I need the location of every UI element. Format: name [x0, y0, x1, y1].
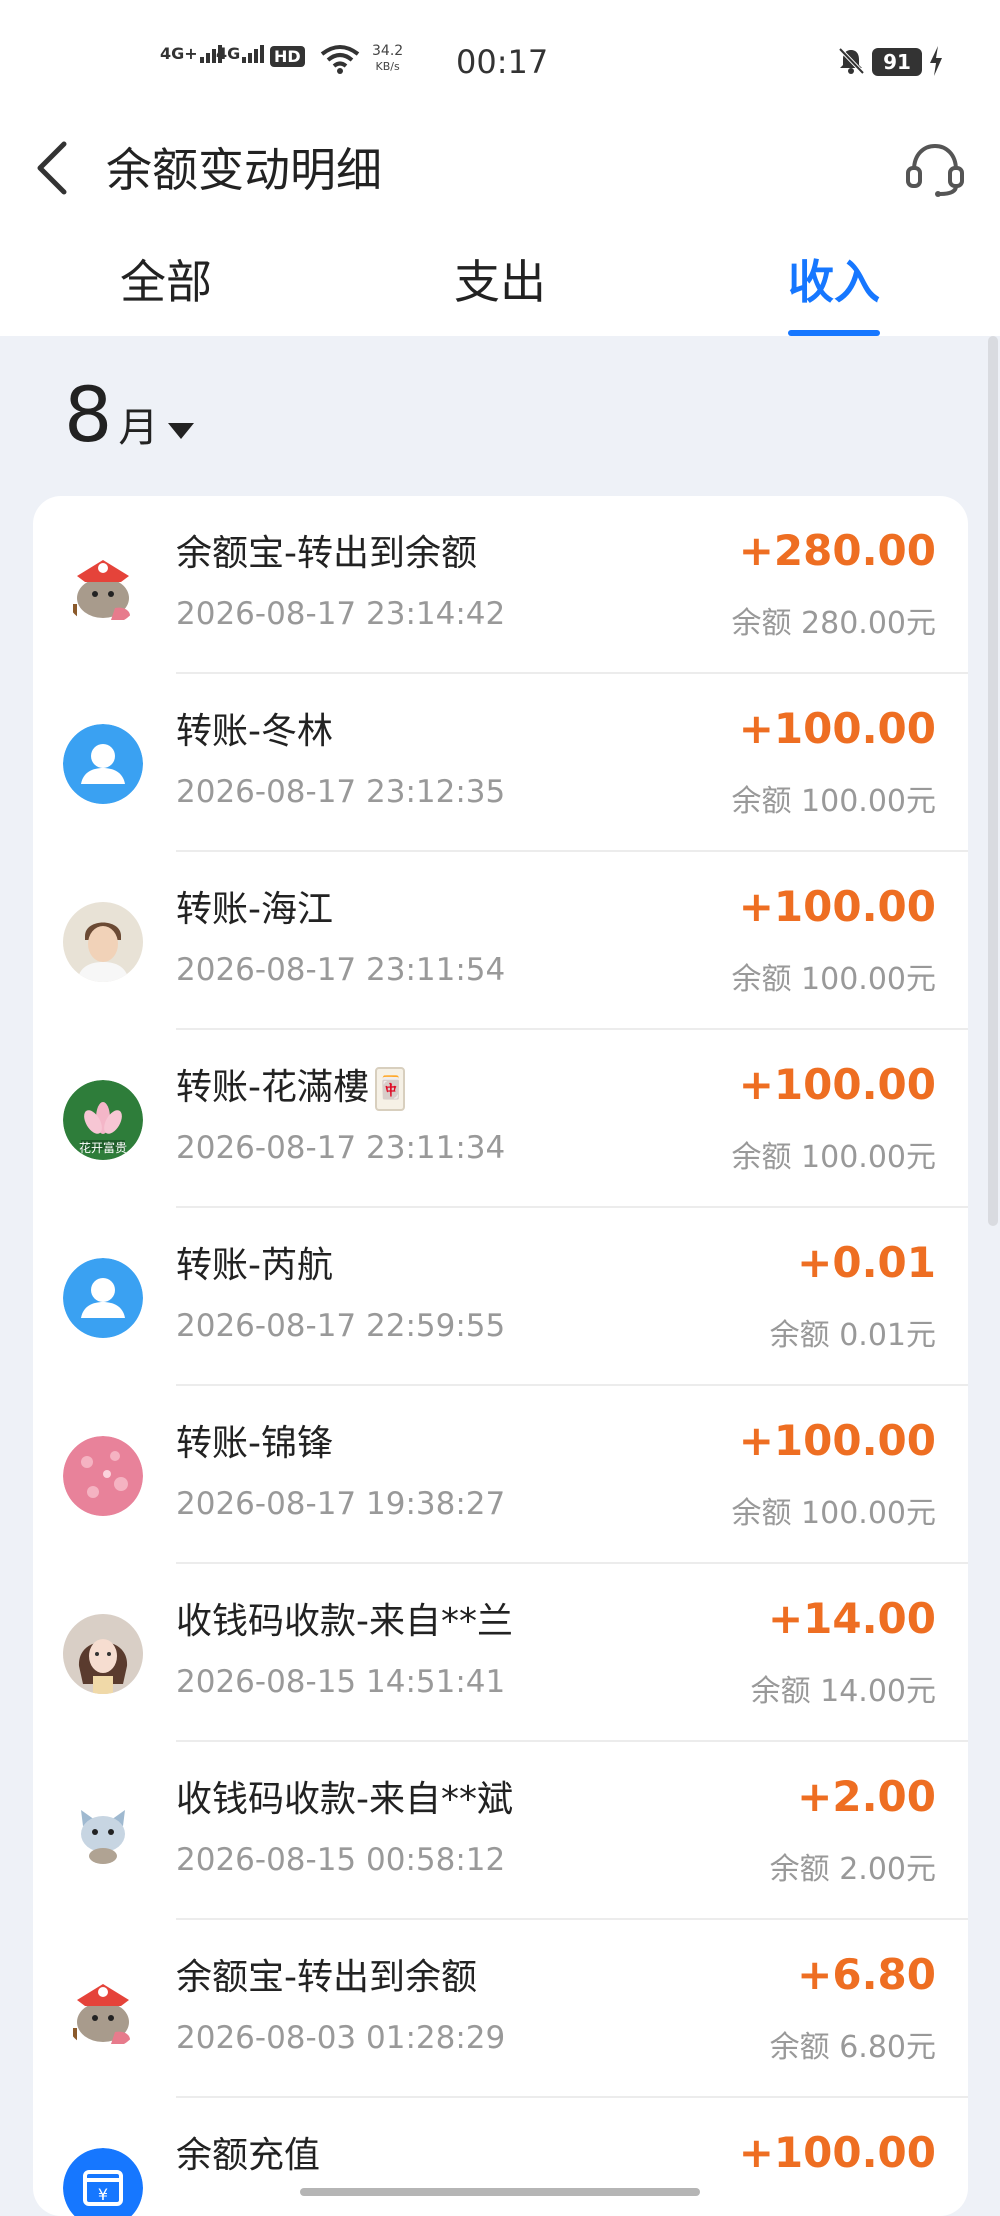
charging-icon: [928, 46, 944, 80]
transaction-balance: 余额 6.80元: [769, 2030, 936, 2065]
transaction-balance: 余额 100.00元: [731, 962, 936, 997]
transaction-amount: +100.00: [738, 704, 936, 753]
chevron-left-icon: [37, 141, 67, 195]
transaction-amount: +100.00: [738, 1060, 936, 1109]
transaction-row[interactable]: 花开富贵 转账-花滿樓 🀄 2026-08-17 23:11:34 +100.00 余额 …: [33, 1030, 968, 1208]
transaction-title-text: 转账-花滿樓: [176, 1067, 369, 1108]
transaction-title-text: 转账-锦锋: [176, 1423, 333, 1464]
transaction-title-text: 余额充值: [176, 2135, 321, 2176]
transaction-time: 2026-08-17 23:14:42: [176, 596, 506, 632]
girl-photo-avatar: [63, 1614, 143, 1694]
transaction-balance: 余额 0.01元: [769, 1318, 936, 1353]
transaction-title-text: 收钱码收款-来自**兰: [176, 1601, 513, 1642]
transaction-row[interactable]: 收钱码收款-来自**斌 2026-08-15 00:58:12 +2.00 余额 2.…: [33, 1742, 968, 1920]
person-photo-avatar: [63, 902, 143, 982]
status-bar: 4G+ 4G HD 34.2 KB/s 00:17 91: [0, 0, 1000, 120]
scrollbar[interactable]: [988, 336, 998, 1226]
tab-income[interactable]: 收入: [734, 246, 934, 312]
lion-dance-cat-avatar: [63, 546, 143, 626]
transaction-row[interactable]: 转账-芮航 2026-08-17 22:59:55 +0.01 余额 0.01元: [33, 1208, 968, 1386]
back-button[interactable]: [30, 130, 90, 210]
transaction-title: 余额宝-转出到余额: [176, 524, 477, 576]
signal-4g: 4G: [216, 44, 266, 63]
transaction-amount: +6.80: [797, 1950, 936, 1999]
transaction-list: 余额宝-转出到余额 2026-08-17 23:14:42 +280.00 余额 28…: [33, 496, 968, 2216]
caret-down-icon: [168, 423, 195, 439]
transaction-row[interactable]: 转账-锦锋 2026-08-17 19:38:27 +100.00 余额 100.00…: [33, 1386, 968, 1564]
customer-service-button[interactable]: [900, 134, 970, 204]
transaction-balance: 余额 280.00元: [731, 606, 936, 641]
active-tab-indicator: [788, 330, 880, 336]
transaction-title: 转账-海江: [176, 880, 333, 932]
month-selector[interactable]: 8 月: [64, 370, 196, 459]
recharge-icon-avatar: ¥: [63, 2148, 143, 2216]
battery-indicator: 91: [872, 48, 922, 76]
svg-text:¥: ¥: [98, 2185, 108, 2204]
transaction-time: 2026-08-15 00:58:12: [176, 1842, 506, 1878]
transaction-time: 2026-08-17 19:38:27: [176, 1486, 506, 1522]
transaction-time: 2026-08-17 22:59:55: [176, 1308, 506, 1344]
transaction-title: 转账-冬林: [176, 702, 333, 754]
transaction-time: 2026-08-15 14:51:41: [176, 1664, 506, 1700]
transaction-title: 转账-芮航: [176, 1236, 333, 1288]
transaction-title-text: 转账-芮航: [176, 1245, 333, 1286]
avatar-caption: 花开富贵: [78, 1141, 127, 1155]
network-speed: 34.2 KB/s: [372, 43, 404, 74]
wifi-icon: [320, 44, 360, 78]
transaction-row[interactable]: 余额宝-转出到余额 2026-08-03 01:28:29 +6.80 余额 6.80…: [33, 1920, 968, 2098]
transaction-title: 收钱码收款-来自**兰: [176, 1592, 513, 1644]
transaction-balance: 余额 100.00元: [731, 1496, 936, 1531]
transaction-amount: +0.01: [797, 1238, 936, 1287]
transaction-row[interactable]: ¥ 余额充值 +100.00: [33, 2098, 968, 2216]
page-title: 余额变动明细: [106, 143, 382, 197]
transaction-title: 余额宝-转出到余额: [176, 1948, 477, 2000]
transaction-time: 2026-08-03 01:28:29: [176, 2020, 506, 2056]
transaction-balance: 余额 14.00元: [750, 1674, 936, 1709]
default-user-avatar: [63, 1258, 143, 1338]
filter-tabs: 全部 支出 收入: [0, 230, 1000, 336]
transaction-title: 转账-花滿樓 🀄: [176, 1058, 405, 1111]
transaction-title-text: 收钱码收款-来自**斌: [176, 1779, 513, 1820]
transaction-amount: +2.00: [797, 1772, 936, 1821]
transaction-title: 收钱码收款-来自**斌: [176, 1770, 513, 1822]
lion-dance-cat-avatar: [63, 1970, 143, 2050]
pink-texture-avatar: [63, 1436, 143, 1516]
default-user-avatar: [63, 724, 143, 804]
signal-4g-plus: 4G+: [160, 44, 224, 63]
transaction-balance: 余额 100.00元: [731, 784, 936, 819]
tab-expense[interactable]: 支出: [400, 246, 600, 312]
transaction-amount: +100.00: [738, 2128, 936, 2177]
transaction-title-text: 转账-海江: [176, 889, 333, 930]
transaction-title: 余额充值: [176, 2126, 320, 2178]
month-unit: 月: [118, 405, 159, 451]
transaction-balance: 余额 2.00元: [769, 1852, 936, 1887]
home-indicator[interactable]: [300, 2188, 700, 2196]
transaction-time: 2026-08-17 23:11:54: [176, 952, 506, 988]
transaction-row[interactable]: 收钱码收款-来自**兰 2026-08-15 14:51:41 +14.00 余额 1…: [33, 1564, 968, 1742]
transaction-time: 2026-08-17 23:12:35: [176, 774, 506, 810]
transaction-amount: +100.00: [738, 1416, 936, 1465]
transaction-row[interactable]: 转账-海江 2026-08-17 23:11:54 +100.00 余额 100.00…: [33, 852, 968, 1030]
transaction-title: 转账-锦锋: [176, 1414, 333, 1466]
transaction-amount: +14.00: [767, 1594, 936, 1643]
transaction-title-text: 余额宝-转出到余额: [176, 533, 477, 574]
hd-voice-icon: HD: [270, 46, 305, 67]
lotus-avatar: 花开富贵: [63, 1080, 143, 1160]
bell-muted-icon: [836, 46, 866, 80]
transaction-time: 2026-08-17 23:11:34: [176, 1130, 506, 1166]
app-header: 余额变动明细: [0, 120, 1000, 230]
month-number: 8: [64, 370, 113, 459]
mahjong-tile-emoji: 🀄: [375, 1067, 405, 1111]
transaction-balance: 余额 100.00元: [731, 1140, 936, 1175]
transaction-amount: +100.00: [738, 882, 936, 931]
transaction-row[interactable]: 转账-冬林 2026-08-17 23:12:35 +100.00 余额 100.00…: [33, 674, 968, 852]
headset-icon: [906, 143, 964, 197]
transaction-title-text: 转账-冬林: [176, 711, 333, 752]
clock: 00:17: [456, 43, 549, 81]
transaction-title-text: 余额宝-转出到余额: [176, 1957, 477, 1998]
transaction-amount: +280.00: [738, 526, 936, 575]
transaction-row[interactable]: 余额宝-转出到余额 2026-08-17 23:14:42 +280.00 余额 28…: [33, 496, 968, 674]
cat-sticker-avatar: [63, 1792, 143, 1872]
tab-all[interactable]: 全部: [66, 246, 266, 312]
